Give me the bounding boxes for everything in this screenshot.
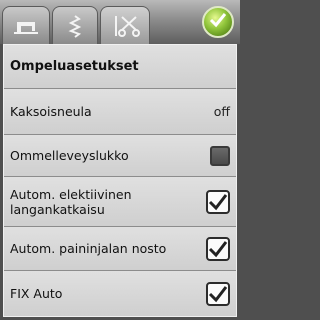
ok-button[interactable] [202, 6, 234, 38]
setting-label: FIX Auto [10, 286, 63, 301]
checkmark-icon [209, 12, 227, 32]
sewing-machine-tab[interactable] [2, 6, 50, 44]
sewing-settings-panel: Ompeluasetukset Kaksoisneula off Ommelle… [3, 44, 237, 317]
setting-label: Kaksoisneula [10, 104, 92, 119]
panel-title-row: Ompeluasetukset [4, 45, 236, 89]
needle-scissors-icon [110, 14, 140, 38]
sewing-machine-icon [11, 16, 41, 36]
presser-foot-lift-checkbox[interactable] [206, 236, 230, 261]
setting-row-thread-cut[interactable]: Autom. elektiivinen langankatkaisu [4, 177, 236, 227]
setting-row-presser-foot-lift[interactable]: Autom. paininjalan nosto [4, 227, 236, 271]
top-tab-bar [0, 0, 240, 44]
settings-tab[interactable] [100, 6, 150, 44]
setting-row-stitch-width-lock[interactable]: Ommelleveyslukko [4, 135, 236, 177]
setting-label: Autom. paininjalan nosto [10, 241, 167, 256]
stitch-tab[interactable] [52, 6, 98, 44]
fix-auto-checkbox[interactable] [206, 281, 230, 306]
checkmark-icon [208, 285, 228, 302]
stitch-width-lock-checkbox[interactable] [210, 145, 230, 166]
setting-row-twin-needle[interactable]: Kaksoisneula off [4, 89, 236, 135]
thread-cut-checkbox[interactable] [206, 189, 230, 214]
zigzag-stitch-icon [65, 14, 85, 38]
checkmark-icon [208, 193, 228, 210]
setting-label: Ommelleveyslukko [10, 148, 129, 163]
twin-needle-value[interactable]: off [214, 104, 230, 119]
checkmark-icon [208, 240, 228, 257]
setting-row-fix-auto[interactable]: FIX Auto [4, 271, 236, 316]
page-title: Ompeluasetukset [10, 59, 139, 74]
setting-label: Autom. elektiivinen langankatkaisu [10, 186, 132, 217]
